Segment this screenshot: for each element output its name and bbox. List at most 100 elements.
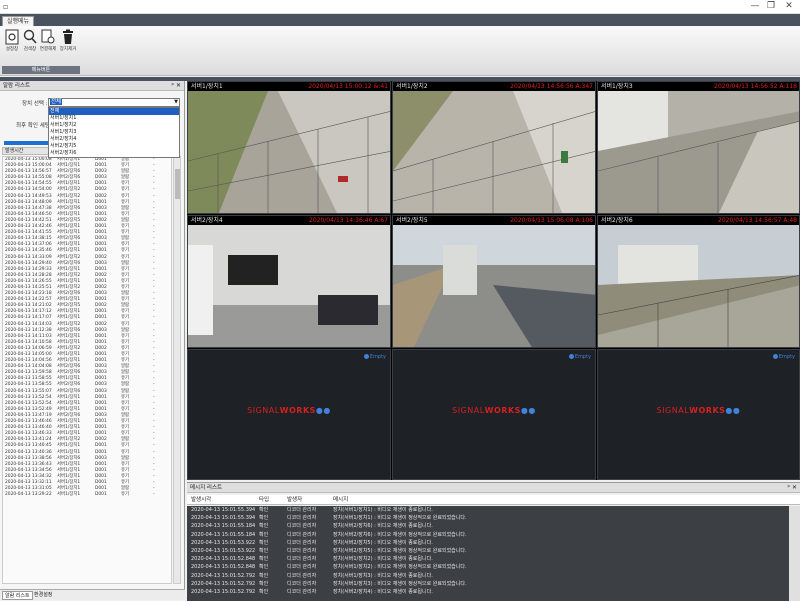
table-row[interactable]: 2020-04-13 15:01:55.184 확인 디코더 관리자 장치(서버2/장…: [187, 522, 789, 530]
chevron-down-icon[interactable]: ▼: [174, 99, 178, 106]
camera-timestamp: 2020/04/13 14:56:56 A:347: [510, 83, 593, 90]
table-cell: 2020-04-13 15:01:55.184: [191, 531, 256, 538]
message-panel-title: 메시지 리스트: [190, 485, 223, 491]
minimize-button[interactable]: —: [748, 1, 762, 12]
list-item[interactable]: 2020-04-13 13:29:22 서버1/장치1 D001 유기 -: [3, 492, 171, 498]
table-cell: 확인: [259, 531, 269, 538]
alarm-panel-header: 알람 리스트 ᵖ ✕: [0, 81, 184, 91]
disconnect-icon: [41, 29, 55, 44]
panel-pin-close-icon[interactable]: ᵖ ✕: [787, 483, 797, 493]
table-cell: 디코더 관리자: [287, 507, 317, 513]
empty-slot-1[interactable]: Empty SIGNALWORKS●●: [187, 349, 391, 480]
table-row[interactable]: 2020-04-13 15:01:52.792 확인 디코더 관리자 장치(서버1/장…: [187, 580, 789, 588]
table-row[interactable]: 2020-04-13 15:01:52.848 확인 디코더 관리자 장치(서버1/장…: [187, 563, 789, 571]
disconnect-button[interactable]: 연결해제: [39, 29, 57, 52]
message-columns: 발생시각 타입 발생자 메시지: [187, 495, 800, 505]
scroll-thumb[interactable]: [175, 169, 180, 199]
table-cell: 확인: [259, 507, 269, 513]
table-cell: 디코더 관리자: [287, 547, 317, 554]
logo-part: SIGNAL: [452, 406, 485, 415]
table-cell: 2020-04-13 15:01:53.922: [191, 539, 256, 546]
tab-run-menu[interactable]: 실행메뉴: [2, 16, 35, 26]
camera-name: 서버2/장치6: [601, 217, 633, 224]
camera-view-4[interactable]: 서버2/장치4 2020/04/13 14:36:46 A:67: [187, 215, 391, 348]
tab-alarm-list[interactable]: 알람 리스트: [2, 591, 33, 600]
panel-pin-close-icon[interactable]: ᵖ ✕: [171, 81, 181, 91]
maximize-button[interactable]: ❐: [764, 1, 778, 12]
search-window-button[interactable]: 검색창: [21, 29, 39, 52]
table-cell: 장치(서버2/장치5) : 비디오 재생이 정상적으로 완료되었습니다.: [333, 547, 467, 554]
empty-slot-2[interactable]: Empty SIGNALWORKS●●: [392, 349, 596, 480]
table-row[interactable]: 2020-04-13 15:01:55.394 확인 디코더 관리자 장치(서버1/장…: [187, 514, 789, 522]
settings-window-label: 설정창: [5, 47, 19, 52]
camera-name: 서버1/장치2: [396, 83, 428, 90]
empty-badge-text: Empty: [778, 354, 795, 360]
table-cell: 장치(서버2/장치4) : 비디오 재생이 종료됩니다.: [333, 588, 433, 595]
ribbon-tab-bar: 실행메뉴: [0, 14, 800, 26]
device-option[interactable]: 서버1/장치3: [49, 129, 179, 136]
table-row[interactable]: 2020-04-13 15:01:52.792 확인 디코더 관리자 장치(서버1/장…: [187, 572, 789, 580]
app-icon: ▫: [3, 2, 9, 11]
camera-scene: [598, 225, 799, 347]
logo-part: SIGNAL: [247, 406, 280, 415]
empty-slot-3[interactable]: Empty SIGNALWORKS●●: [597, 349, 800, 480]
device-select[interactable]: 전체 ▼: [48, 98, 180, 107]
device-option[interactable]: 서버1/장치2: [49, 122, 179, 129]
device-option[interactable]: 서버2/장치5: [49, 143, 179, 150]
table-cell: 디코더 관리자: [287, 580, 317, 587]
alarm-list-scrollbar[interactable]: [173, 156, 181, 584]
table-cell: 확인: [259, 523, 269, 530]
settings-window-button[interactable]: 설정창: [3, 29, 21, 52]
table-row[interactable]: 2020-04-13 15:01:52.848 확인 디코더 관리자 장치(서버1/장…: [187, 555, 789, 563]
table-row[interactable]: 2020-04-13 15:01:52.792 확인 디코더 관리자 장치(서버2/장…: [187, 588, 789, 596]
table-row[interactable]: 2020-04-13 15:01:55.184 확인 디코더 관리자 장치(서버2/장…: [187, 531, 789, 539]
camera-view-1[interactable]: 서버1/장치1 2020/04/13 15:00:12 &:41: [187, 81, 391, 214]
table-cell: 장치(서버1/장치2) : 비디오 재생이 종료됩니다.: [333, 556, 433, 563]
camera-view-5[interactable]: 서버2/장치5 2020/04/13 15:06:08 A:106: [392, 215, 596, 348]
camera-timestamp: 2020/04/13 15:06:08 A:106: [510, 217, 593, 224]
table-cell: 2020-04-13 15:01:55.394: [191, 507, 256, 513]
device-dropdown-list: 전체 서버1/장치1 서버1/장치2 서버1/장치3 서버2/장치4 서버2/장…: [48, 107, 180, 158]
close-button[interactable]: ✕: [782, 1, 796, 12]
message-panel-header: 메시지 리스트 ᵖ ✕: [187, 483, 800, 493]
empty-badge: Empty: [568, 354, 591, 360]
remove-device-label: 장치제거: [59, 47, 77, 52]
camera-view-3[interactable]: 서버1/장치3 2020/04/13 14:56:52 A:118: [597, 81, 800, 214]
message-scrollbar[interactable]: [789, 506, 800, 601]
column-type[interactable]: 타입: [259, 495, 269, 505]
table-cell: 2020-04-13 15:01:55.394: [191, 515, 256, 522]
table-cell: 디코더 관리자: [287, 531, 317, 538]
table-cell: 디코더 관리자: [287, 564, 317, 571]
device-option[interactable]: 서버2/장치4: [49, 136, 179, 143]
table-cell: 확인: [259, 572, 269, 579]
alarm-panel-title: 알람 리스트: [3, 83, 31, 89]
table-row[interactable]: 2020-04-13 15:01:55.394 확인 디코더 관리자 장치(서버1/장…: [187, 506, 789, 514]
column-source[interactable]: 발생자: [287, 495, 302, 505]
table-cell: 디코더 관리자: [287, 572, 317, 579]
camera-timestamp: 2020/04/13 14:36:46 A:67: [309, 217, 388, 224]
device-option[interactable]: 서버1/장치1: [49, 115, 179, 122]
ribbon-group-label: 메뉴버튼: [2, 66, 80, 74]
device-option[interactable]: 전체: [49, 108, 179, 115]
camera-name: 서버2/장치4: [191, 217, 223, 224]
camera-scene: [393, 225, 595, 347]
table-cell: 장치(서버1/장치2) : 비디오 재생이 정상적으로 완료되었습니다.: [333, 564, 467, 571]
message-list: 2020-04-13 15:01:55.394 확인 디코더 관리자 장치(서버1/장…: [187, 506, 789, 601]
list-cell: 서버1/장치1: [57, 492, 81, 498]
camera-view-2[interactable]: 서버1/장치2 2020/04/13 14:56:56 A:347: [392, 81, 596, 214]
column-time[interactable]: 발생시각: [191, 495, 211, 505]
table-row[interactable]: 2020-04-13 15:01:53.922 확인 디코더 관리자 장치(서버2/장…: [187, 539, 789, 547]
table-cell: 확인: [259, 556, 269, 563]
table-row[interactable]: 2020-04-13 15:01:53.922 확인 디코더 관리자 장치(서버2/장…: [187, 547, 789, 555]
signalworks-logo: SIGNALWORKS●●: [188, 406, 390, 415]
ribbon-toolbar: 설정창 검색창 연결해제 장치제거 메뉴버튼: [0, 26, 800, 76]
device-option[interactable]: 서버2/장치6: [49, 150, 179, 157]
table-cell: 2020-04-13 15:01:53.922: [191, 547, 256, 554]
logo-part: WORKS: [689, 406, 726, 415]
remove-device-button[interactable]: 장치제거: [59, 29, 77, 52]
camera-view-6[interactable]: 서버2/장치6 2020/04/13 14:56:57 A:48: [597, 215, 800, 348]
settings-window-icon: [5, 29, 19, 45]
tab-environment-settings[interactable]: 환경설정: [32, 591, 54, 600]
table-cell: 장치(서버2/장치6) : 비디오 재생이 정상적으로 완료되었습니다.: [333, 531, 467, 538]
column-message[interactable]: 메시지: [333, 495, 348, 505]
